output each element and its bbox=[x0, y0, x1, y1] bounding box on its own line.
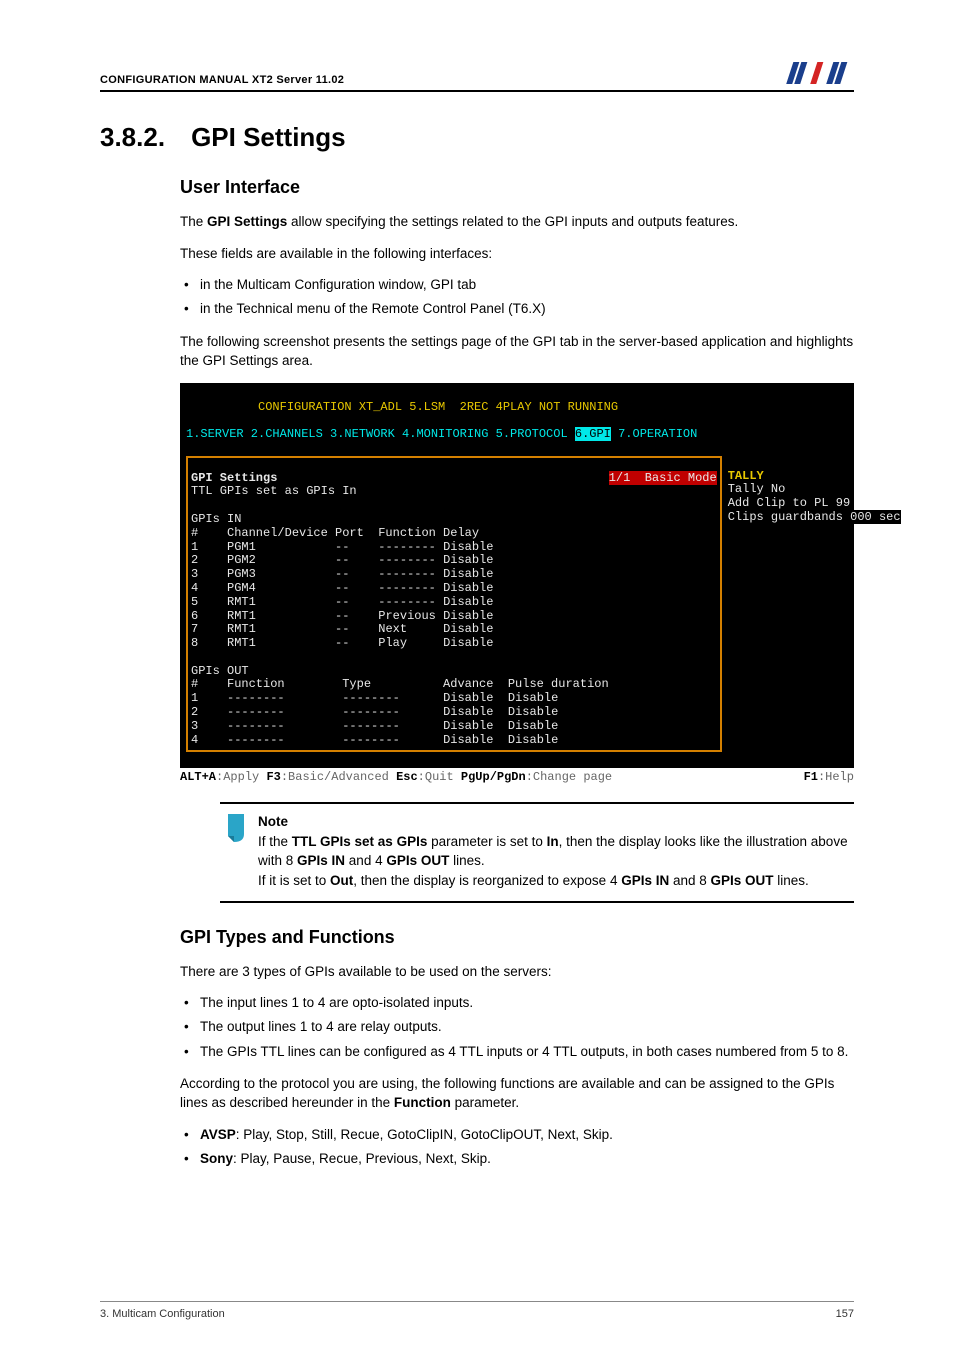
note-icon bbox=[224, 812, 258, 890]
section-title-text: GPI Settings bbox=[191, 122, 346, 152]
ui-paragraph-3: The following screenshot presents the se… bbox=[180, 332, 854, 371]
list-item: in the Multicam Configuration window, GP… bbox=[180, 275, 854, 295]
ui-paragraph-2: These fields are available in the follow… bbox=[180, 244, 854, 264]
note-title: Note bbox=[258, 812, 850, 832]
types-heading: GPI Types and Functions bbox=[180, 927, 854, 948]
types-paragraph-1: There are 3 types of GPIs available to b… bbox=[180, 962, 854, 982]
footer-page-number: 157 bbox=[836, 1308, 854, 1320]
section-number: 3.8.2. bbox=[100, 122, 165, 153]
note-block: Note If the TTL GPIs set as GPIs paramet… bbox=[220, 802, 854, 902]
protocol-list: AVSP: Play, Stop, Still, Recue, GotoClip… bbox=[180, 1125, 854, 1170]
terminal-statusbar: ALT+A:Apply F3:Basic/Advanced Esc:Quit P… bbox=[180, 770, 854, 784]
list-item: in the Technical menu of the Remote Cont… bbox=[180, 299, 854, 319]
list-item: Sony: Play, Pause, Recue, Previous, Next… bbox=[180, 1149, 854, 1169]
evs-logo bbox=[784, 60, 854, 86]
page-footer: 3. Multicam Configuration 157 bbox=[100, 1301, 854, 1320]
footer-left: 3. Multicam Configuration bbox=[100, 1308, 225, 1320]
ui-bullets: in the Multicam Configuration window, GP… bbox=[180, 275, 854, 320]
list-item: The input lines 1 to 4 are opto-isolated… bbox=[180, 993, 854, 1013]
ui-paragraph-1: The GPI Settings allow specifying the se… bbox=[180, 212, 854, 232]
list-item: The output lines 1 to 4 are relay output… bbox=[180, 1017, 854, 1037]
ui-heading: User Interface bbox=[180, 177, 854, 198]
list-item: AVSP: Play, Stop, Still, Recue, GotoClip… bbox=[180, 1125, 854, 1145]
terminal-screenshot: CONFIGURATION XT_ADL 5.LSM 2REC 4PLAY NO… bbox=[180, 383, 854, 769]
types-bullets: The input lines 1 to 4 are opto-isolated… bbox=[180, 993, 854, 1062]
header-title: CONFIGURATION MANUAL XT2 Server 11.02 bbox=[100, 74, 344, 86]
section-heading: 3.8.2. GPI Settings bbox=[100, 122, 854, 153]
list-item: The GPIs TTL lines can be configured as … bbox=[180, 1042, 854, 1062]
page-header: CONFIGURATION MANUAL XT2 Server 11.02 bbox=[100, 60, 854, 92]
types-paragraph-2: According to the protocol you are using,… bbox=[180, 1074, 854, 1113]
